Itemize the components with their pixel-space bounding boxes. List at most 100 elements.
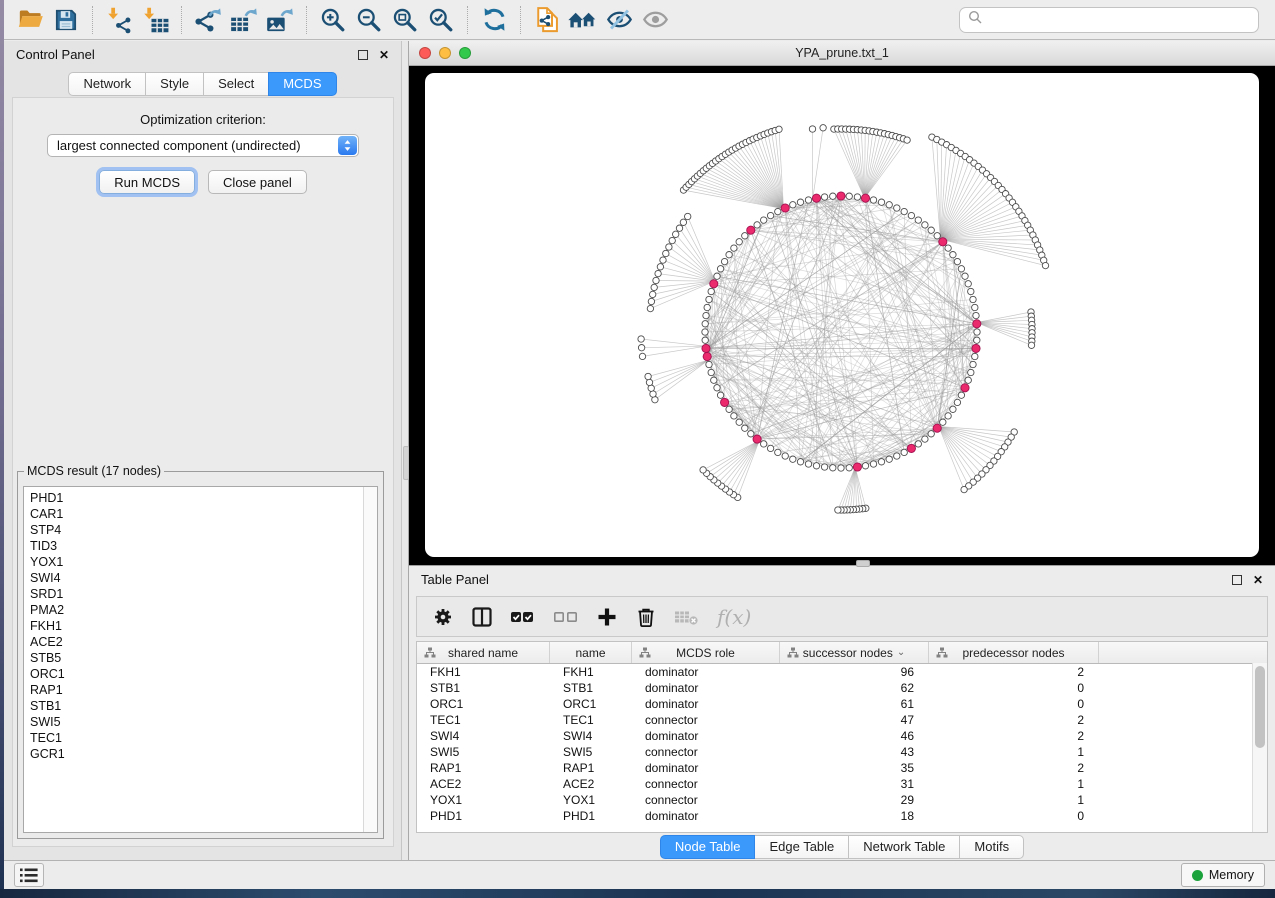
cell-mcds-role[interactable]: dominator xyxy=(632,809,780,823)
select-all-icon[interactable] xyxy=(510,606,536,628)
cell-mcds-role[interactable]: dominator xyxy=(632,665,780,679)
cell-name[interactable]: PHD1 xyxy=(550,809,632,823)
zoom-fit-icon[interactable] xyxy=(387,3,423,37)
table-row[interactable]: TEC1TEC1connector472 xyxy=(417,712,1267,728)
cell-name[interactable]: ORC1 xyxy=(550,697,632,711)
cell-predecessor-nodes[interactable]: 2 xyxy=(929,761,1099,775)
cell-mcds-role[interactable]: connector xyxy=(632,777,780,791)
cell-predecessor-nodes[interactable]: 1 xyxy=(929,745,1099,759)
list-item[interactable]: SRD1 xyxy=(24,586,377,602)
import-network-icon[interactable] xyxy=(101,3,137,37)
export-network-icon[interactable] xyxy=(190,3,226,37)
close-panel-icon[interactable]: ✕ xyxy=(379,49,389,61)
list-item[interactable]: TID3 xyxy=(24,538,377,554)
cell-name[interactable]: YOX1 xyxy=(550,793,632,807)
cell-mcds-role[interactable]: dominator xyxy=(632,681,780,695)
tab-style[interactable]: Style xyxy=(145,72,204,96)
column-header-name[interactable]: name xyxy=(550,642,632,663)
cell-shared-name[interactable]: FKH1 xyxy=(417,665,550,679)
scrollbar-thumb[interactable] xyxy=(1255,666,1265,748)
search-input[interactable] xyxy=(988,12,1250,28)
add-row-icon[interactable] xyxy=(596,606,618,628)
table-scrollbar[interactable] xyxy=(1252,663,1267,832)
unselect-all-icon[interactable] xyxy=(553,606,579,628)
cell-name[interactable]: SWI5 xyxy=(550,745,632,759)
horizontal-splitter-grip[interactable] xyxy=(856,560,870,567)
tab-network-table[interactable]: Network Table xyxy=(848,835,960,859)
table-row[interactable]: SWI4SWI4dominator462 xyxy=(417,728,1267,744)
network-canvas[interactable] xyxy=(409,66,1275,565)
cell-shared-name[interactable]: TEC1 xyxy=(417,713,550,727)
cell-mcds-role[interactable]: dominator xyxy=(632,761,780,775)
save-session-icon[interactable] xyxy=(48,3,84,37)
cell-successor-nodes[interactable]: 62 xyxy=(780,681,929,695)
cell-successor-nodes[interactable]: 96 xyxy=(780,665,929,679)
column-header-mcds-role[interactable]: MCDS role xyxy=(632,642,780,663)
list-item[interactable]: SWI5 xyxy=(24,714,377,730)
cell-successor-nodes[interactable]: 35 xyxy=(780,761,929,775)
tab-network[interactable]: Network xyxy=(68,72,146,96)
float-table-panel-icon[interactable] xyxy=(1232,575,1242,585)
network-window-titlebar[interactable]: YPA_prune.txt_1 xyxy=(409,41,1275,66)
cell-name[interactable]: STB1 xyxy=(550,681,632,695)
cell-successor-nodes[interactable]: 61 xyxy=(780,697,929,711)
cell-shared-name[interactable]: STB1 xyxy=(417,681,550,695)
cell-shared-name[interactable]: ORC1 xyxy=(417,697,550,711)
table-settings-icon[interactable] xyxy=(432,606,454,628)
table-row[interactable]: YOX1YOX1connector291 xyxy=(417,792,1267,808)
list-item[interactable]: CAR1 xyxy=(24,506,377,522)
table-row[interactable]: ACE2ACE2connector311 xyxy=(417,776,1267,792)
cell-name[interactable]: FKH1 xyxy=(550,665,632,679)
list-item[interactable]: FKH1 xyxy=(24,618,377,634)
clone-network-icon[interactable] xyxy=(529,3,565,37)
zoom-out-icon[interactable] xyxy=(351,3,387,37)
list-item[interactable]: RAP1 xyxy=(24,682,377,698)
memory-button[interactable]: Memory xyxy=(1181,863,1265,887)
cell-predecessor-nodes[interactable]: 1 xyxy=(929,777,1099,791)
cell-mcds-role[interactable]: connector xyxy=(632,713,780,727)
list-item[interactable]: PMA2 xyxy=(24,602,377,618)
list-item[interactable]: PHD1 xyxy=(24,490,377,506)
zoom-in-icon[interactable] xyxy=(315,3,351,37)
show-columns-icon[interactable] xyxy=(471,606,493,628)
cell-predecessor-nodes[interactable]: 0 xyxy=(929,809,1099,823)
tab-node-table[interactable]: Node Table xyxy=(660,835,756,859)
table-row[interactable]: ORC1ORC1dominator610 xyxy=(417,696,1267,712)
list-scrollbar[interactable] xyxy=(363,487,377,832)
tab-edge-table[interactable]: Edge Table xyxy=(754,835,849,859)
cell-shared-name[interactable]: SWI4 xyxy=(417,729,550,743)
table-row[interactable]: FKH1FKH1dominator962 xyxy=(417,664,1267,680)
table-row[interactable]: PHD1PHD1dominator180 xyxy=(417,808,1267,824)
cell-predecessor-nodes[interactable]: 2 xyxy=(929,713,1099,727)
open-file-icon[interactable] xyxy=(12,3,48,37)
refresh-icon[interactable] xyxy=(476,3,512,37)
cell-mcds-role[interactable]: connector xyxy=(632,745,780,759)
tab-select[interactable]: Select xyxy=(203,72,269,96)
cell-shared-name[interactable]: RAP1 xyxy=(417,761,550,775)
tab-motifs[interactable]: Motifs xyxy=(959,835,1024,859)
first-neighbors-icon[interactable] xyxy=(565,3,601,37)
network-graph[interactable] xyxy=(409,66,1275,565)
cell-successor-nodes[interactable]: 18 xyxy=(780,809,929,823)
delete-row-icon[interactable] xyxy=(635,606,657,628)
cell-predecessor-nodes[interactable]: 2 xyxy=(929,665,1099,679)
cell-mcds-role[interactable]: dominator xyxy=(632,729,780,743)
cell-successor-nodes[interactable]: 47 xyxy=(780,713,929,727)
cell-successor-nodes[interactable]: 46 xyxy=(780,729,929,743)
show-all-icon[interactable] xyxy=(637,3,673,37)
cell-name[interactable]: ACE2 xyxy=(550,777,632,791)
list-item[interactable]: SWI4 xyxy=(24,570,377,586)
zoom-selected-icon[interactable] xyxy=(423,3,459,37)
list-item[interactable]: STP4 xyxy=(24,522,377,538)
vertical-splitter[interactable] xyxy=(401,41,409,860)
status-menu-button[interactable] xyxy=(14,863,44,887)
list-item[interactable]: ACE2 xyxy=(24,634,377,650)
export-image-icon[interactable] xyxy=(262,3,298,37)
table-row[interactable]: SWI5SWI5connector431 xyxy=(417,744,1267,760)
list-item[interactable]: STB1 xyxy=(24,698,377,714)
cell-name[interactable]: SWI4 xyxy=(550,729,632,743)
hide-selected-icon[interactable] xyxy=(601,3,637,37)
column-header-successor-nodes[interactable]: successor nodes⌄ xyxy=(780,642,929,663)
column-header-shared-name[interactable]: shared name xyxy=(417,642,550,663)
list-item[interactable]: YOX1 xyxy=(24,554,377,570)
